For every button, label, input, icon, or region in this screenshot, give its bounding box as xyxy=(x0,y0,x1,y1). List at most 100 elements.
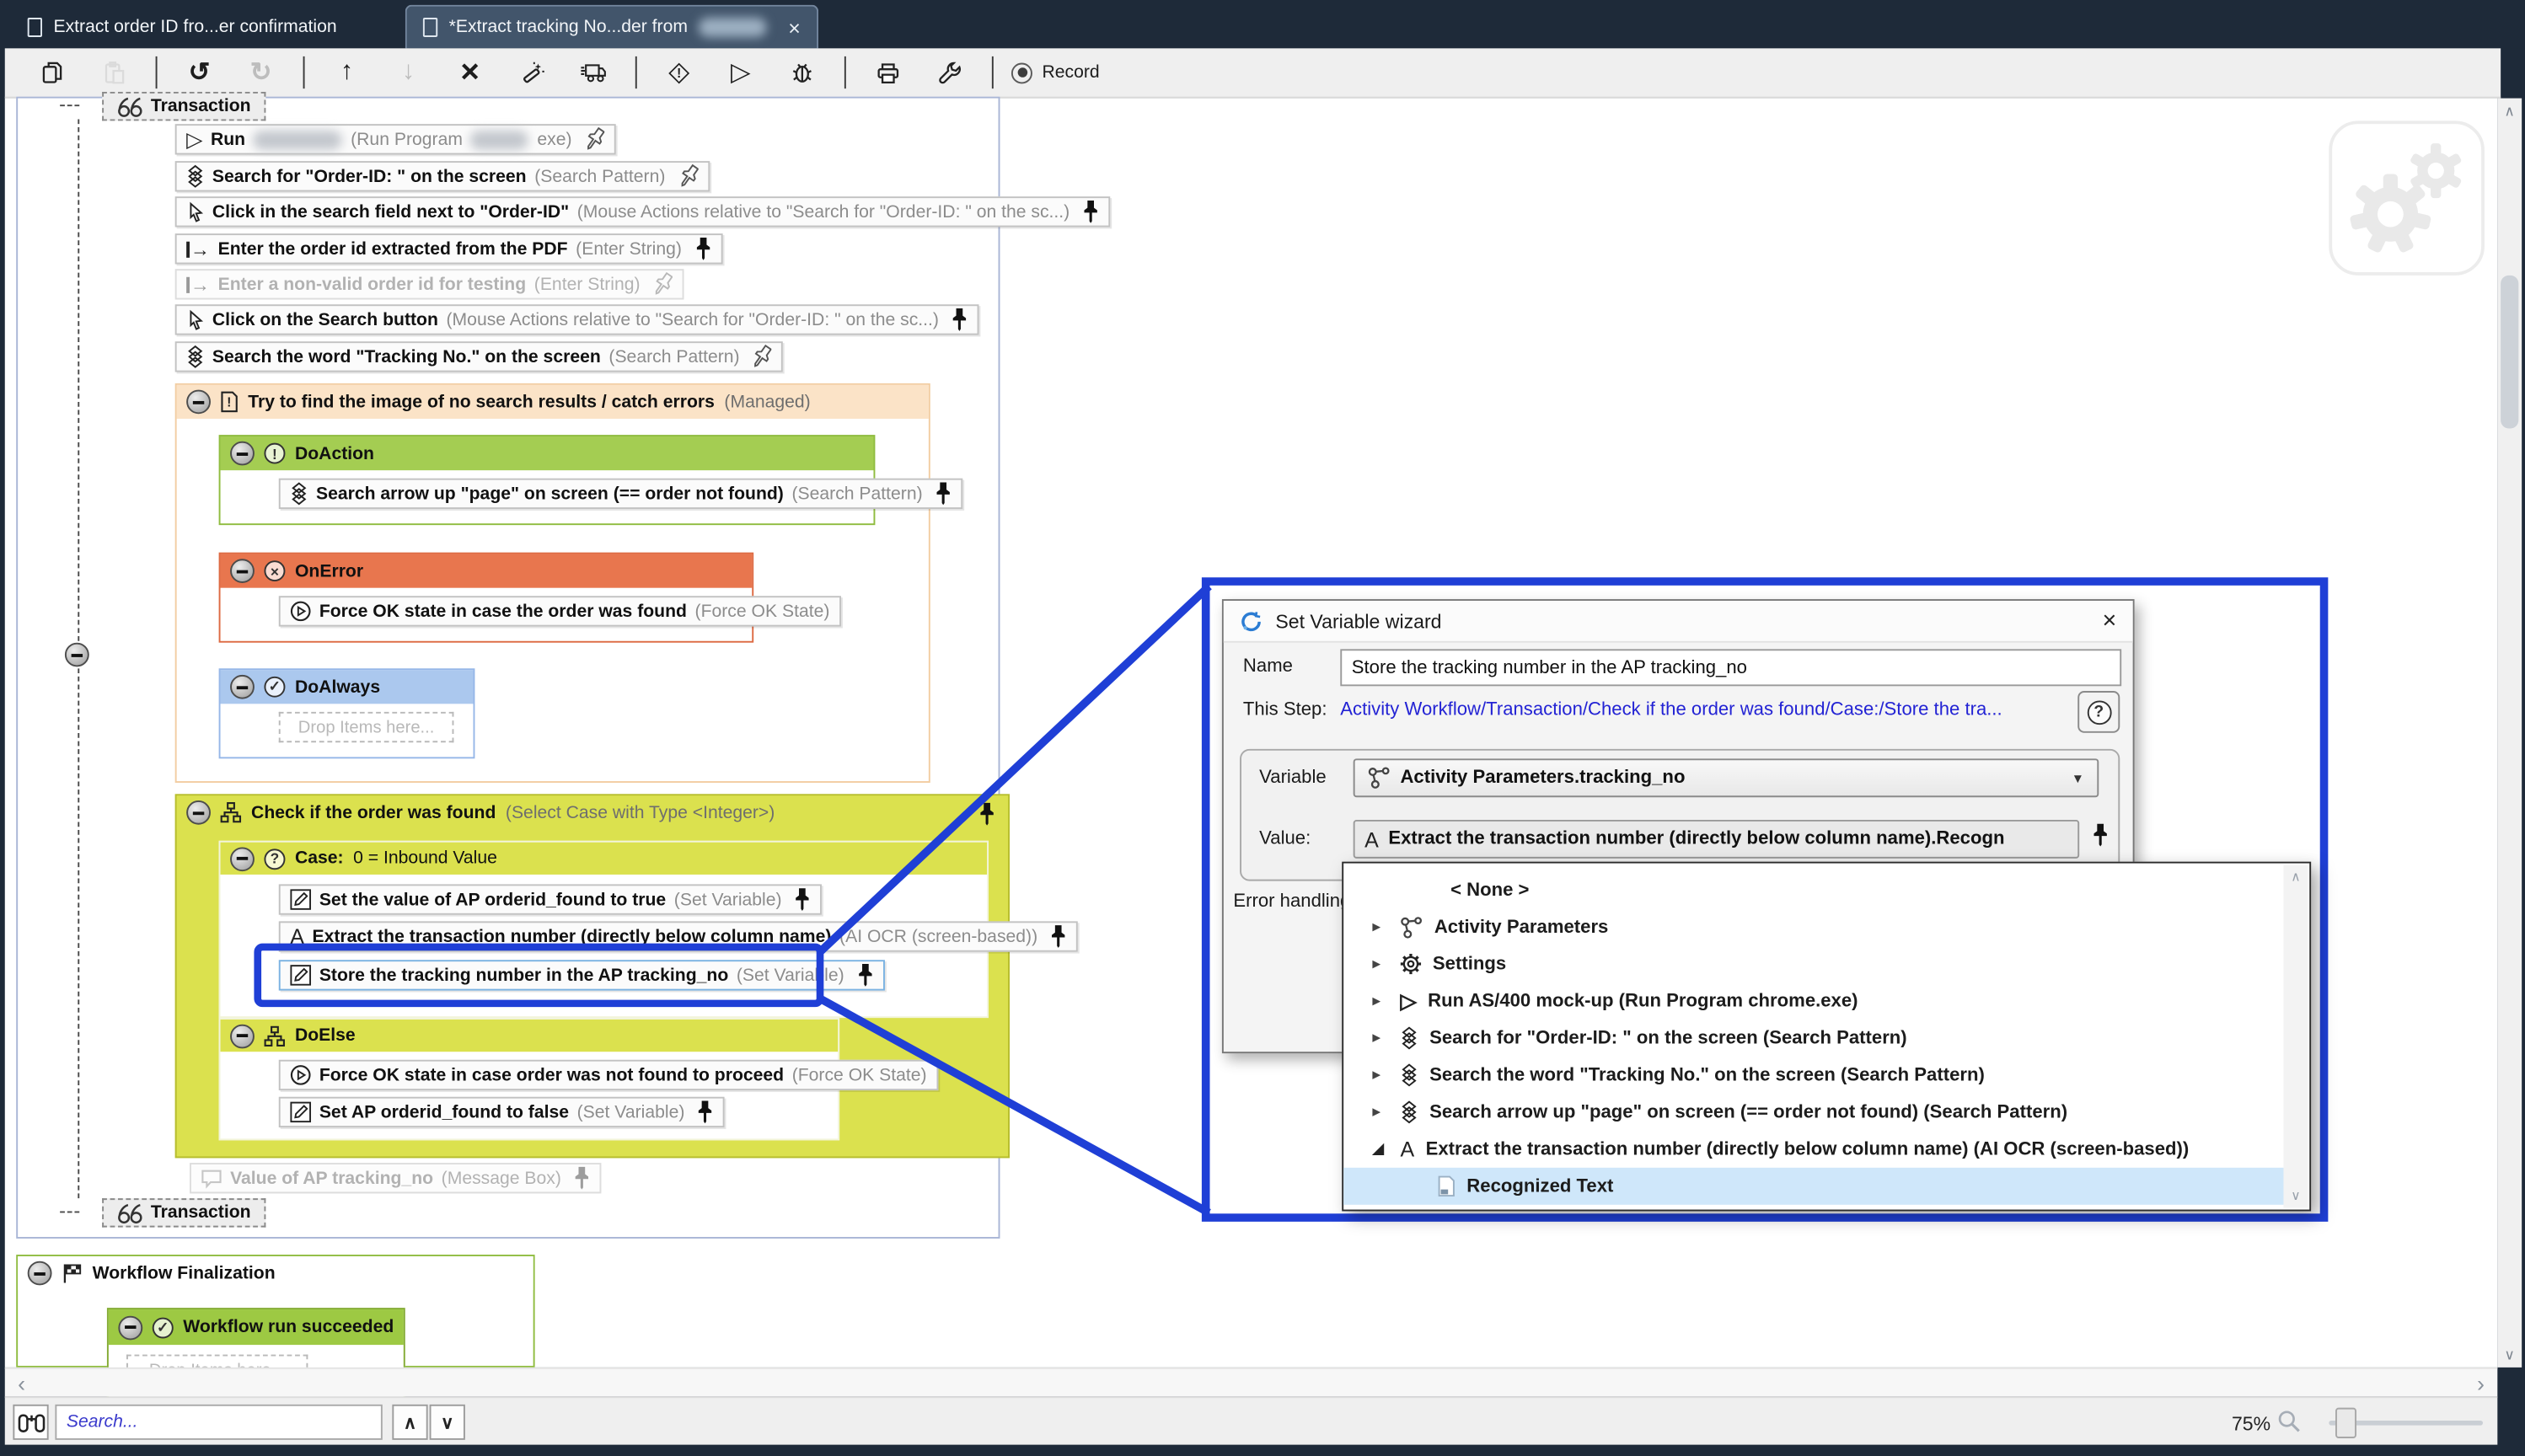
step-run-program[interactable]: Run (Run Program exe) xyxy=(174,124,616,155)
record-button[interactable]: Record xyxy=(1005,62,1106,83)
managed-header[interactable]: ! Try to find the image of no search res… xyxy=(176,384,929,419)
scroll-up-icon[interactable]: ∧ xyxy=(2497,99,2522,125)
step-set-orderid-found-true[interactable]: Set the value of AP orderid_found to tru… xyxy=(278,884,823,915)
collapse-transaction-button[interactable] xyxy=(64,642,89,667)
debug-button[interactable] xyxy=(771,62,833,84)
horizontal-scrollbar[interactable]: ‹ › xyxy=(4,1367,2498,1398)
tools-button[interactable] xyxy=(919,62,980,84)
collapse-button[interactable] xyxy=(186,800,211,825)
close-tab-icon[interactable]: × xyxy=(788,15,801,40)
tab-extract-order-id[interactable]: Extract order ID fro...er confirmation xyxy=(11,5,352,49)
pin-icon[interactable] xyxy=(574,1166,590,1191)
succeeded-header[interactable]: Workflow run succeeded xyxy=(108,1309,404,1346)
expand-collapsed-icon[interactable] xyxy=(1373,1103,1389,1121)
step-enter-order-id[interactable]: Enter the order id extracted from the PD… xyxy=(174,233,723,265)
transaction-start-header[interactable]: Transaction xyxy=(102,91,265,121)
tree-item-search-arrow-up[interactable]: Search arrow up "page" on screen (== ord… xyxy=(1343,1094,2283,1131)
run-button[interactable] xyxy=(710,56,771,88)
step-set-orderid-found-false[interactable]: Set AP orderid_found to false (Set Varia… xyxy=(278,1096,726,1128)
move-down-button[interactable] xyxy=(378,58,439,87)
tree-item-activity-parameters[interactable]: Activity Parameters xyxy=(1343,908,2283,945)
scroll-down-icon[interactable]: ∨ xyxy=(2283,1184,2308,1208)
expand-collapsed-icon[interactable] xyxy=(1373,918,1389,936)
move-up-button[interactable] xyxy=(316,58,378,87)
tab-extract-tracking-no[interactable]: *Extract tracking No...der from × xyxy=(405,4,818,49)
collapse-button[interactable] xyxy=(230,674,255,699)
expand-expanded-icon[interactable] xyxy=(1373,1140,1389,1158)
step-force-ok-found[interactable]: Force OK state in case the order was fou… xyxy=(278,596,841,627)
expand-collapsed-icon[interactable] xyxy=(1373,1066,1389,1084)
deploy-run-button[interactable] xyxy=(562,62,624,83)
tree-item-recognized-text-selected[interactable]: Recognized Text xyxy=(1343,1167,2284,1205)
search-input[interactable] xyxy=(55,1404,383,1440)
scroll-down-icon[interactable]: ∨ xyxy=(2497,1341,2522,1368)
pin-icon[interactable] xyxy=(1051,924,1067,949)
paste-button[interactable] xyxy=(83,62,144,84)
check-header[interactable]: Check if the order was found (Select Cas… xyxy=(176,795,1009,830)
step-click-search-field[interactable]: Click in the search field next to "Order… xyxy=(174,196,1111,228)
collapse-button[interactable] xyxy=(230,846,255,871)
drop-zone[interactable]: Drop Items here... xyxy=(278,711,454,743)
tree-item-search-order-id[interactable]: Search for "Order-ID: " on the screen (S… xyxy=(1343,1020,2283,1057)
help-button[interactable] xyxy=(2077,691,2120,733)
step-message-box-tracking-no[interactable]: Value of AP tracking_no (Message Box) xyxy=(189,1163,603,1194)
pin-icon[interactable] xyxy=(753,345,773,369)
name-field[interactable]: Store the tracking number in the AP trac… xyxy=(1340,649,2122,687)
this-step-link[interactable]: Activity Workflow/Transaction/Check if t… xyxy=(1340,701,2002,720)
find-next-button[interactable]: ∨ xyxy=(429,1404,465,1440)
find-previous-button[interactable]: ∧ xyxy=(392,1404,428,1440)
dialog-title-bar[interactable]: Set Variable wizard xyxy=(1223,600,2133,643)
pin-icon[interactable] xyxy=(935,482,952,506)
transaction-end-header[interactable]: Transaction xyxy=(102,1198,265,1228)
pin-icon[interactable] xyxy=(694,237,710,261)
dialog-close-icon[interactable]: × xyxy=(2103,608,2117,634)
tree-item-extract-transaction-number[interactable]: A Extract the transaction number (direct… xyxy=(1343,1131,2283,1168)
tree-item-run-as400[interactable]: Run AS/400 mock-up (Run Program chrome.e… xyxy=(1343,982,2283,1020)
collapse-button[interactable] xyxy=(230,441,255,466)
scroll-up-icon[interactable]: ∧ xyxy=(2283,864,2308,889)
step-search-tracking-no[interactable]: Search the word "Tracking No." on the sc… xyxy=(174,341,784,372)
step-search-order-id[interactable]: Search for "Order-ID: " on the screen (S… xyxy=(174,161,710,192)
doaction-header[interactable]: DoAction xyxy=(220,436,874,471)
pin-icon[interactable] xyxy=(978,802,994,827)
collapse-button[interactable] xyxy=(186,389,211,415)
copy-button[interactable] xyxy=(21,62,83,84)
pin-icon[interactable] xyxy=(2093,823,2109,848)
expand-collapsed-icon[interactable] xyxy=(1373,956,1389,973)
pin-icon[interactable] xyxy=(698,1100,714,1125)
doelse-header[interactable]: DoElse xyxy=(220,1019,839,1052)
zoom-slider-thumb[interactable] xyxy=(2335,1407,2357,1438)
expand-collapsed-icon[interactable] xyxy=(1373,1029,1389,1046)
scroll-left-icon[interactable]: ‹ xyxy=(18,1369,25,1398)
collapse-button[interactable] xyxy=(27,1261,52,1286)
collapse-button[interactable] xyxy=(230,559,255,583)
value-field[interactable]: A Extract the transaction number (direct… xyxy=(1353,819,2080,859)
scroll-right-icon[interactable]: › xyxy=(2477,1369,2485,1398)
redo-button[interactable] xyxy=(230,56,292,88)
pin-icon[interactable] xyxy=(653,272,673,297)
collapse-button[interactable] xyxy=(118,1314,143,1340)
pin-icon[interactable] xyxy=(795,887,811,912)
step-enter-nonvalid-order-id[interactable]: Enter a non-valid order id for testing (… xyxy=(174,269,684,300)
pin-icon[interactable] xyxy=(585,127,605,152)
finalization-header[interactable]: Workflow Finalization xyxy=(18,1255,533,1291)
undo-button[interactable] xyxy=(169,56,230,88)
pin-icon[interactable] xyxy=(678,163,698,189)
onerror-header[interactable]: OnError xyxy=(220,554,753,588)
step-click-search-button[interactable]: Click on the Search button (Mouse Action… xyxy=(174,304,980,335)
wizard-wand-button[interactable] xyxy=(501,61,562,85)
pin-icon[interactable] xyxy=(857,963,873,988)
tree-item-settings[interactable]: Settings xyxy=(1343,945,2283,982)
step-extract-transaction-number[interactable]: A Extract the transaction number (direct… xyxy=(278,921,1079,952)
popup-scrollbar[interactable]: ∧ ∨ xyxy=(2283,864,2308,1208)
collapse-button[interactable] xyxy=(230,1023,255,1048)
delete-button[interactable] xyxy=(439,54,501,91)
pin-icon[interactable] xyxy=(1083,200,1099,224)
case-header[interactable]: Case: 0 = Inbound Value xyxy=(220,842,988,875)
vertical-scrollbar[interactable]: ∧ ∨ xyxy=(2497,98,2522,1368)
tree-item-search-tracking-no[interactable]: Search the word "Tracking No." on the sc… xyxy=(1343,1057,2283,1094)
print-button[interactable] xyxy=(857,62,919,83)
step-search-arrow-up[interactable]: Search arrow up "page" on screen (== ord… xyxy=(278,478,963,510)
scrollbar-thumb[interactable] xyxy=(2501,275,2519,429)
pin-icon[interactable] xyxy=(952,308,968,332)
